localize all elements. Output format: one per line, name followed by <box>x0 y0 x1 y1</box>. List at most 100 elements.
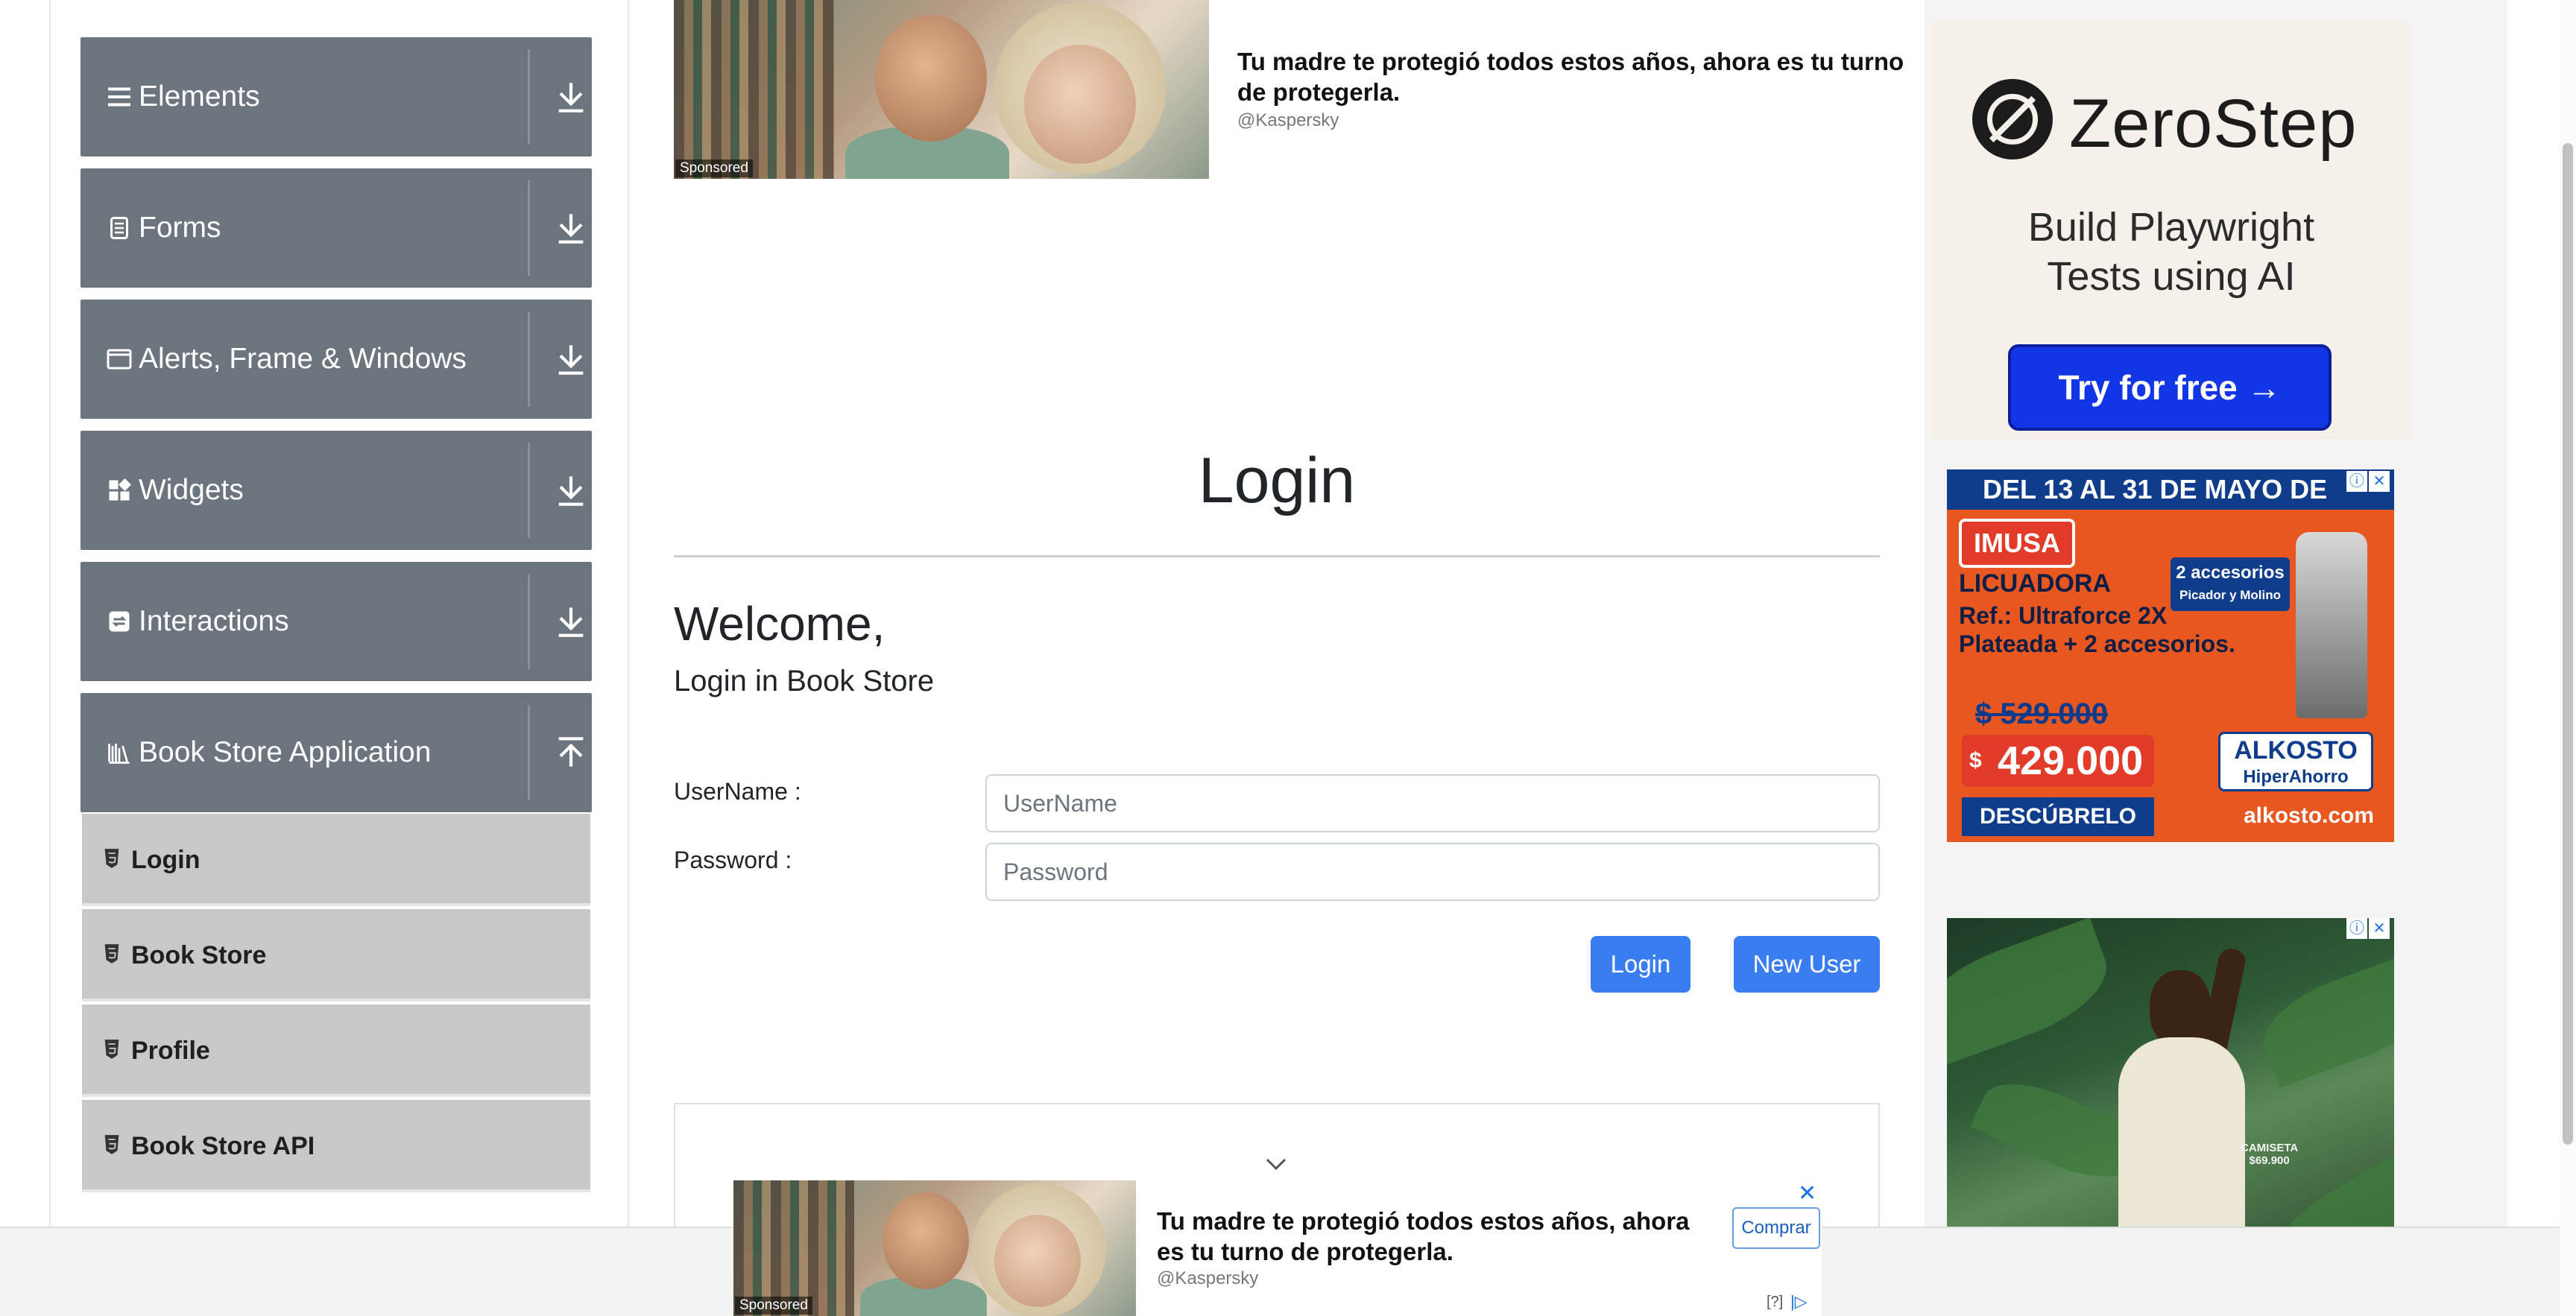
window-icon <box>107 349 132 370</box>
page-title: Login <box>1198 445 1356 516</box>
ad-photo[interactable]: Sponsored <box>733 1180 1136 1316</box>
welcome-heading: Welcome, <box>674 597 886 651</box>
store-website: alkosto.com <box>2244 803 2375 828</box>
new-user-button[interactable]: New User <box>1734 936 1880 993</box>
download-arrow-icon <box>558 214 584 244</box>
alkosto-ad[interactable]: DEL 13 AL 31 DE MAYO DE 2024 IMUSA LICUA… <box>1947 469 2394 842</box>
sidebar-group-label: Alerts, Frame & Windows <box>139 343 467 375</box>
person-graphic <box>2150 970 2211 1048</box>
person-graphic <box>883 1192 969 1289</box>
divider <box>528 311 530 407</box>
leaf-graphic <box>2251 949 2394 1088</box>
ad-handle[interactable]: @Kaspersky <box>1237 110 1339 131</box>
scrollbar-thumb[interactable] <box>2563 143 2573 1145</box>
widgets-icon <box>109 478 131 501</box>
ad-headline[interactable]: Tu madre te protegió todos estos años, a… <box>1237 46 1931 107</box>
sponsored-label: Sponsored <box>675 159 753 177</box>
sticky-ad[interactable]: Sponsored Tu madre te protegió todos est… <box>733 1180 1822 1316</box>
sidebar-item-profile[interactable]: Profile <box>82 1005 590 1097</box>
books-icon <box>108 744 130 764</box>
sidebar-group-alerts[interactable]: Alerts, Frame & Windows <box>80 300 592 419</box>
html5-icon <box>104 1135 119 1154</box>
sidebar-item-login[interactable]: Login <box>82 814 590 906</box>
html5-icon <box>104 1040 119 1059</box>
product-desc: Plateada + 2 accesorios. <box>1959 630 2235 657</box>
ad-headline[interactable]: Tu madre te protegió todos estos años, a… <box>1157 1206 1723 1267</box>
html5-icon <box>104 944 119 964</box>
login-button[interactable]: Login <box>1591 936 1690 993</box>
download-arrow-icon <box>558 476 584 506</box>
ad-photo[interactable]: Sponsored <box>674 0 1209 179</box>
welcome-subheading: Login in Book Store <box>674 665 935 697</box>
sidebar-item-book-store[interactable]: Book Store <box>82 909 590 1002</box>
badge-subtext: Picador y Molino <box>2179 588 2282 602</box>
sidebar-group-label: Forms <box>139 212 221 244</box>
sidebar-group-widgets[interactable]: Widgets <box>80 431 592 550</box>
discover-cta[interactable]: DESCÚBRELO AQUÍ <box>1962 797 2154 836</box>
product-label: CAMISETA $69.900 <box>2241 1142 2298 1167</box>
sidebar-item-book-store-api[interactable]: Book Store API <box>82 1100 590 1192</box>
interactions-icon <box>109 611 130 632</box>
zerostep-brand: ZeroStep <box>2069 86 2358 162</box>
product-name: LICUADORA <box>1959 569 2111 598</box>
sidebar-group-label: Interactions <box>139 605 289 637</box>
sidebar-item-label: Book Store <box>131 941 267 969</box>
sidebar-group-forms[interactable]: Forms <box>80 168 592 288</box>
sidebar-group-label: Widgets <box>139 474 244 506</box>
sidebar-group-label: Elements <box>139 80 260 113</box>
zerostep-ad[interactable]: ZeroStep Build Playwright Tests using AI… <box>1931 22 2412 440</box>
sidebar-group-label: Book Store Application <box>139 736 432 768</box>
sale-price: $ 429.000 <box>1962 735 2154 787</box>
username-label: UserName : <box>674 778 801 805</box>
zerostep-tagline: Build Playwright Tests using AI <box>1931 203 2412 301</box>
ad-handle[interactable]: @Kaspersky <box>1157 1268 1258 1289</box>
password-label: Password : <box>674 847 792 873</box>
zerostep-logo-icon <box>1972 79 2053 159</box>
sidebar-item-label: Book Store API <box>131 1132 315 1160</box>
badge-text: 2 accesorios <box>2176 563 2285 583</box>
hamburger-icon <box>108 87 130 107</box>
adchoices-icon[interactable]: ⓘ <box>2346 918 2367 939</box>
adchoices-icon[interactable]: |▷ <box>1790 1292 1808 1312</box>
adchoices-icon[interactable]: ⓘ <box>2346 471 2367 492</box>
try-for-free-button[interactable]: Try for free → <box>2008 344 2332 431</box>
close-icon[interactable]: ✕ <box>2369 471 2390 492</box>
store-name: ALKOSTO <box>2234 736 2358 765</box>
divider <box>528 705 530 800</box>
accessories-badge: 2 accesorios Picador y Molino <box>2171 557 2290 611</box>
buy-button[interactable]: Comprar <box>1732 1207 1820 1249</box>
divider <box>528 49 530 145</box>
bookshelf-graphic <box>733 1180 854 1316</box>
product-label-line: CAMISETA <box>2241 1142 2299 1154</box>
currency-symbol: $ <box>1969 748 1982 773</box>
sidebar-group-elements[interactable]: Elements <box>80 37 592 156</box>
divider <box>528 574 530 669</box>
divider <box>674 555 1880 557</box>
imusa-logo: IMUSA <box>1959 519 2075 568</box>
person-graphic <box>875 15 987 142</box>
username-input[interactable] <box>985 774 1880 832</box>
blender-image <box>2296 532 2367 718</box>
ad-help-link[interactable]: [?] <box>1767 1294 1783 1311</box>
bookshelf-graphic <box>674 0 835 179</box>
download-arrow-icon <box>558 607 584 637</box>
html5-icon <box>104 849 119 868</box>
sidebar-item-label: Profile <box>131 1037 210 1065</box>
password-input[interactable] <box>985 843 1880 901</box>
download-arrow-icon <box>558 83 584 113</box>
sidebar-group-book-store[interactable]: Book Store Application <box>80 693 592 812</box>
sidebar-group-interactions[interactable]: Interactions <box>80 562 592 681</box>
alkosto-date-banner: DEL 13 AL 31 DE MAYO DE 2024 <box>1947 469 2394 545</box>
old-price: $ 529.000 <box>1975 697 2108 730</box>
product-label-line: $69.900 <box>2249 1154 2290 1167</box>
leaf-graphic <box>1947 918 2121 1068</box>
close-icon[interactable]: ✕ <box>1798 1180 1816 1206</box>
store-subname: HiperAhorro <box>2243 767 2349 787</box>
document-icon <box>110 217 128 239</box>
chevron-down-icon[interactable] <box>1264 1155 1288 1173</box>
product-ref: Ref.: Ultraforce 2X <box>1959 602 2168 629</box>
download-arrow-icon <box>558 345 584 375</box>
person-graphic <box>1024 45 1136 164</box>
zerostep-tagline-line: Tests using AI <box>2047 254 2296 299</box>
close-icon[interactable]: ✕ <box>2369 918 2390 939</box>
